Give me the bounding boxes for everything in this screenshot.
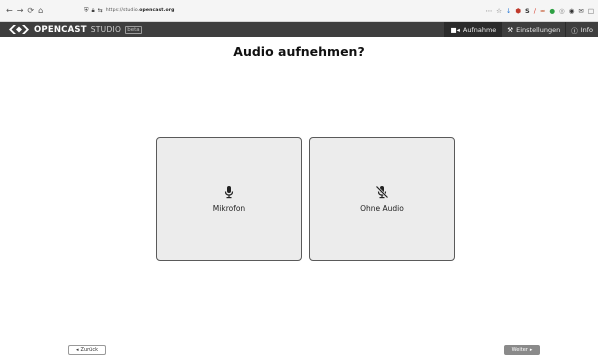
- chevron-left-icon: ◂: [76, 347, 79, 353]
- extension-icon[interactable]: ≈: [540, 7, 545, 15]
- info-icon: ⓘ: [571, 26, 578, 35]
- brand-name: OPENCAST: [34, 24, 87, 35]
- reload-icon[interactable]: ⟳: [27, 6, 34, 16]
- beta-badge: beta: [125, 25, 142, 34]
- microphone-slash-icon: [375, 185, 389, 199]
- option-no-audio[interactable]: Ohne Audio: [309, 137, 455, 261]
- microphone-icon: [224, 186, 234, 199]
- option-microphone[interactable]: Mikrofon: [156, 137, 302, 261]
- url-text: https://studio.opencast.org: [105, 8, 175, 13]
- option-label: Ohne Audio: [360, 204, 404, 213]
- nav-item-aufnahme[interactable]: ■◂ Aufnahme: [444, 22, 502, 37]
- extension-dark-icon[interactable]: ◉: [569, 7, 575, 15]
- chevron-right-icon: ▸: [529, 347, 533, 353]
- home-icon[interactable]: ⌂: [38, 6, 43, 16]
- download-icon[interactable]: ↓: [506, 7, 511, 15]
- pen-icon[interactable]: ∕: [534, 7, 536, 15]
- brand-studio: STUDIO: [90, 25, 122, 34]
- nav-item-label: Einstellungen: [516, 25, 561, 34]
- option-label: Mikrofon: [212, 204, 246, 213]
- address-bar[interactable]: ⛨ 🔒︎ ⇆ https://studio.opencast.org: [84, 4, 486, 18]
- wrench-icon: ⚒: [507, 25, 514, 34]
- ublock-icon[interactable]: ⬢: [515, 7, 521, 15]
- next-button-label: Weiter: [511, 347, 528, 353]
- nav-item-einstellungen[interactable]: ⚒ Einstellungen: [501, 22, 565, 37]
- nav-item-label: Aufnahme: [462, 25, 497, 34]
- more-icon[interactable]: ⋯: [486, 7, 493, 15]
- nav-item-label: Info: [580, 25, 593, 34]
- app-header: OPENCAST STUDIO beta ■◂ Aufnahme ⚒ Einst…: [0, 22, 598, 37]
- browser-nav-buttons: ← → ⟳ ⌂: [0, 6, 84, 16]
- video-icon: ■◂: [450, 25, 460, 34]
- extension-translate-icon[interactable]: ✉: [578, 7, 583, 15]
- browser-toolbar: ← → ⟳ ⌂ ⛨ 🔒︎ ⇆ https://studio.opencast.o…: [0, 0, 598, 22]
- browser-extensions: ⋯ ☆ ↓ ⬢ S ∕ ≈ ● ◎ ◉ ✉ □: [486, 7, 598, 15]
- page-title: Audio aufnehmen?: [233, 44, 365, 59]
- forward-arrow-icon[interactable]: →: [17, 6, 24, 16]
- extension-gray-icon[interactable]: ◎: [559, 7, 565, 15]
- back-button-label: Zurück: [80, 347, 98, 353]
- extension-green-icon[interactable]: ●: [549, 7, 555, 15]
- back-arrow-icon[interactable]: ←: [6, 6, 13, 16]
- lock-icon: 🔒︎: [91, 6, 95, 14]
- nav-item-info[interactable]: ⓘ Info: [565, 22, 598, 37]
- opencast-logo-icon: [9, 25, 29, 34]
- permissions-icon: ⇆: [97, 7, 103, 14]
- sidebar-icon[interactable]: □: [588, 7, 594, 15]
- header-nav: ■◂ Aufnahme ⚒ Einstellungen ⓘ Info: [444, 22, 598, 37]
- bookmark-star-icon[interactable]: ☆: [496, 7, 502, 15]
- shield-icon: ⛨: [84, 6, 89, 14]
- extension-s-icon[interactable]: S: [525, 7, 530, 15]
- logo[interactable]: OPENCAST STUDIO beta: [0, 24, 444, 35]
